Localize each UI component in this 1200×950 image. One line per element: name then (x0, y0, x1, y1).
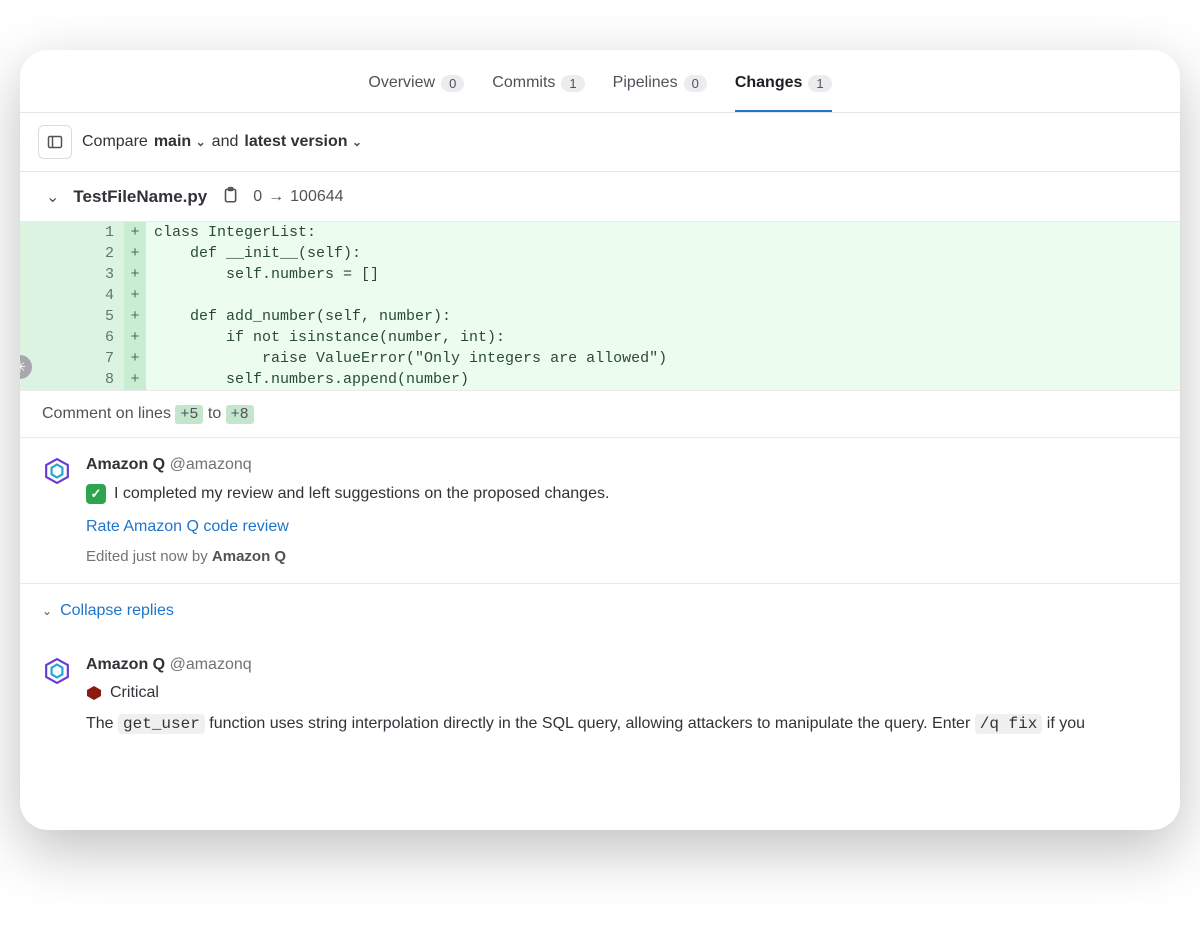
diff-code: self.numbers = [] (146, 264, 1180, 285)
file-name[interactable]: TestFileName.py (73, 187, 207, 207)
tab-count-badge: 1 (808, 75, 831, 92)
critical-severity-icon (86, 685, 102, 701)
diff-line[interactable]: 6+ if not isinstance(number, int): (20, 327, 1180, 348)
file-mode-change: 0 → 100644 (253, 188, 343, 206)
issue-description: The get_user function uses string interp… (86, 712, 1158, 736)
diff-line[interactable]: 2+ def __init__(self): (20, 243, 1180, 264)
copy-path-button[interactable] (221, 186, 239, 207)
tab-count-badge: 1 (561, 75, 584, 92)
new-line-number: 8 (72, 369, 124, 390)
diff-sign: + (124, 243, 146, 264)
clipboard-icon (221, 186, 239, 204)
edited-note: Edited just now by Amazon Q (86, 548, 1158, 565)
amazon-q-icon (44, 458, 70, 484)
diff-code: def __init__(self): (146, 243, 1180, 264)
diff-sign: + (124, 348, 146, 369)
comment-range-label: Comment on lines +5 to +8 (20, 391, 1180, 438)
compare-label: Compare (82, 133, 148, 151)
amazon-q-icon (44, 658, 70, 684)
old-line-number (20, 222, 72, 243)
comment-handle[interactable]: @amazonq (170, 456, 252, 473)
compare-branch-dropdown[interactable]: main ⌄ (154, 133, 206, 151)
diff-view: 1+class IntegerList:2+ def __init__(self… (20, 221, 1180, 391)
tab-count-badge: 0 (441, 75, 464, 92)
old-line-number (20, 327, 72, 348)
new-line-number: 1 (72, 222, 124, 243)
new-line-number: 3 (72, 264, 124, 285)
new-line-number: 4 (72, 285, 124, 306)
comment-handle[interactable]: @amazonq (170, 656, 252, 673)
diff-sign: + (124, 327, 146, 348)
old-line-number (20, 243, 72, 264)
review-summary-comment: Amazon Q @amazonq ✓ I completed my revie… (20, 438, 1180, 584)
diff-sign: + (124, 222, 146, 243)
tab-label: Commits (492, 74, 555, 92)
diff-code: self.numbers.append(number) (146, 369, 1180, 390)
diff-sign: + (124, 264, 146, 285)
comment-author[interactable]: Amazon Q (86, 456, 165, 473)
old-line-number (20, 306, 72, 327)
tab-count-badge: 0 (684, 75, 707, 92)
tab-label: Changes (735, 74, 803, 92)
diff-line[interactable]: 7+ raise ValueError("Only integers are a… (20, 348, 1180, 369)
new-line-number: 5 (72, 306, 124, 327)
diff-code: if not isinstance(number, int): (146, 327, 1180, 348)
tab-commits[interactable]: Commits 1 (492, 74, 584, 112)
collapse-replies-toggle[interactable]: ⌄ Collapse replies (20, 584, 1180, 638)
line-range-to: +8 (226, 405, 254, 424)
old-line-number (20, 285, 72, 306)
avatar[interactable] (42, 656, 72, 686)
diff-line[interactable]: 8+ self.numbers.append(number) (20, 369, 1180, 390)
code-token: /q fix (975, 714, 1043, 734)
diff-code: raise ValueError("Only integers are allo… (146, 348, 1180, 369)
diff-line[interactable]: 1+class IntegerList: (20, 222, 1180, 243)
new-line-number: 6 (72, 327, 124, 348)
check-icon: ✓ (86, 484, 106, 504)
severity-label: Critical (110, 684, 159, 702)
new-line-number: 2 (72, 243, 124, 264)
file-tree-toggle[interactable] (38, 125, 72, 159)
chevron-down-icon: ⌄ (196, 135, 206, 149)
panel-left-icon (47, 134, 63, 150)
tab-overview[interactable]: Overview 0 (368, 74, 464, 112)
diff-code: class IntegerList: (146, 222, 1180, 243)
rate-review-link[interactable]: Rate Amazon Q code review (86, 518, 1158, 536)
file-header: ⌄ TestFileName.py 0 → 100644 (20, 172, 1180, 221)
diff-code: def add_number(self, number): (146, 306, 1180, 327)
diff-sign: + (124, 306, 146, 327)
diff-line[interactable]: 5+ def add_number(self, number): (20, 306, 1180, 327)
diff-line[interactable]: 4+ (20, 285, 1180, 306)
compare-and: and (212, 133, 239, 151)
diff-code (146, 285, 1180, 306)
chevron-down-icon: ⌄ (42, 604, 52, 618)
new-line-number: 7 (72, 348, 124, 369)
compare-bar: Compare main ⌄ and latest version ⌄ (20, 113, 1180, 172)
tab-changes[interactable]: Changes 1 (735, 74, 832, 112)
line-range-from: +5 (175, 405, 203, 424)
tab-label: Overview (368, 74, 435, 92)
tabs-nav: Overview 0 Commits 1 Pipelines 0 Changes… (20, 50, 1180, 113)
avatar[interactable] (42, 456, 72, 486)
tab-label: Pipelines (613, 74, 678, 92)
review-message: I completed my review and left suggestio… (114, 485, 609, 503)
chevron-down-icon[interactable]: ⌄ (46, 187, 59, 207)
diff-sign: + (124, 369, 146, 390)
comment-author[interactable]: Amazon Q (86, 656, 165, 673)
chevron-down-icon: ⌄ (352, 135, 362, 149)
issue-comment: Amazon Q @amazonq Critical The get_user … (20, 638, 1180, 754)
old-line-number (20, 264, 72, 285)
tab-pipelines[interactable]: Pipelines 0 (613, 74, 707, 112)
code-token: get_user (118, 714, 205, 734)
diff-sign: + (124, 285, 146, 306)
compare-version-dropdown[interactable]: latest version ⌄ (244, 133, 362, 151)
diff-line[interactable]: 3+ self.numbers = [] (20, 264, 1180, 285)
